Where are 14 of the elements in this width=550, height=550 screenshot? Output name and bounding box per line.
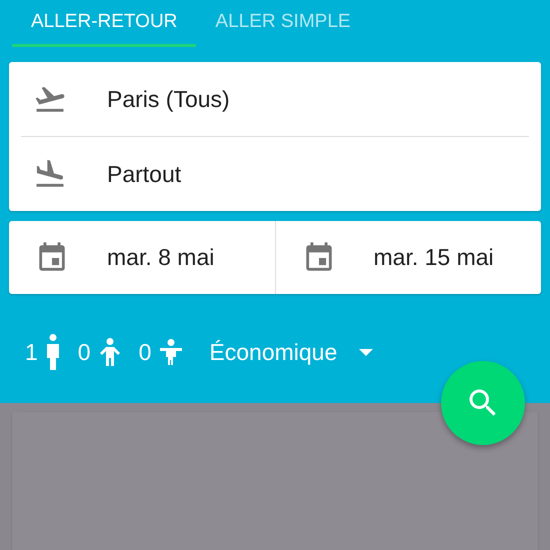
adult-icon	[46, 334, 60, 370]
date-field[interactable]: mar. 8 mai	[107, 244, 214, 271]
origin-field[interactable]: Paris (Tous)	[107, 86, 230, 112]
destination-field[interactable]: Partout	[107, 160, 182, 188]
trip-type-tab[interactable]: ALLER-RETOUR	[12, 0, 196, 47]
passenger-count[interactable]: 0	[78, 338, 91, 366]
trip-type-tab[interactable]: ALLER SIMPLE	[196, 0, 370, 47]
passenger-count[interactable]: 0	[138, 338, 152, 366]
infant-icon	[159, 339, 184, 365]
cabin-class-dropdown[interactable]: Économique	[209, 338, 374, 366]
date-field[interactable]: mar. 15 mai	[374, 244, 494, 271]
child-icon	[98, 338, 121, 366]
passenger-count[interactable]: 1	[25, 338, 38, 366]
caret-icon	[359, 348, 374, 356]
